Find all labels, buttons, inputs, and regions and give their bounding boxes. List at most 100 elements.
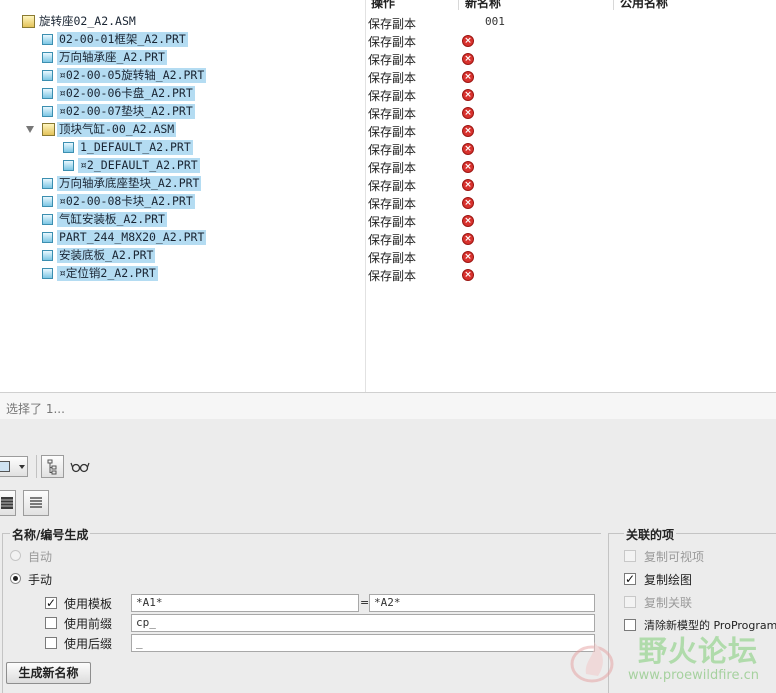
glasses-button[interactable] — [69, 458, 91, 476]
auto-radio[interactable] — [10, 550, 21, 561]
tree-view-button[interactable] — [41, 455, 64, 478]
part-icon — [42, 250, 53, 261]
error-x-icon: × — [462, 251, 474, 263]
part-icon — [42, 106, 53, 117]
model-name[interactable]: 气缸安装板_A2.PRT — [57, 212, 167, 227]
site-watermark: 野火论坛 www.proewildfire.cn — [566, 628, 776, 693]
template-from-field[interactable]: *A1* — [131, 594, 359, 612]
tree-row[interactable]: 顶块气缸-00_A2.ASM 保存副本 × — [0, 121, 776, 139]
operation-cell[interactable]: 保存副本 — [368, 33, 416, 50]
operation-cell[interactable]: 保存副本 — [368, 123, 416, 140]
tree-row[interactable]: PART_244_M8X20_A2.PRT 保存副本 × — [0, 229, 776, 247]
operation-cell[interactable]: 保存副本 — [368, 105, 416, 122]
related-group-title: 关联的项 — [624, 526, 677, 543]
manual-radio-label: 手动 — [28, 573, 53, 587]
tree-row[interactable]: ¤2_DEFAULT_A2.PRT 保存副本 × — [0, 157, 776, 175]
naming-group-title: 名称/编号生成 — [10, 526, 91, 543]
operation-cell[interactable]: 保存副本 — [368, 267, 416, 284]
suffix-field[interactable]: _ — [131, 634, 595, 652]
detail-view-button[interactable] — [23, 490, 49, 516]
part-icon — [42, 70, 53, 81]
column-header-new-name[interactable]: 新名称 — [459, 0, 614, 10]
toolbar-separator — [36, 455, 37, 478]
error-x-icon: × — [462, 179, 474, 191]
copy-relations-checkbox[interactable] — [624, 596, 636, 608]
operation-cell[interactable]: 保存副本 — [368, 213, 416, 230]
column-header-common-name[interactable]: 公用名称 — [614, 0, 776, 10]
model-name[interactable]: ¤定位销2_A2.PRT — [57, 266, 158, 281]
model-name[interactable]: 1_DEFAULT_A2.PRT — [78, 140, 193, 155]
operation-cell[interactable]: 保存副本 — [368, 69, 416, 86]
error-x-icon: × — [462, 107, 474, 119]
tree-row[interactable]: 万向轴承底座垫块_A2.PRT 保存副本 × — [0, 175, 776, 193]
tree-row[interactable]: 安装底板_A2.PRT 保存副本 × — [0, 247, 776, 265]
operation-cell[interactable]: 保存副本 — [368, 87, 416, 104]
tree-row[interactable]: ¤02-00-08卡块_A2.PRT 保存副本 × — [0, 193, 776, 211]
collapse-arrow-icon[interactable] — [26, 126, 34, 133]
operation-cell[interactable]: 保存副本 — [368, 231, 416, 248]
model-name[interactable]: ¤02-00-06卡盘_A2.PRT — [57, 86, 195, 101]
model-name[interactable]: 顶块气缸-00_A2.ASM — [57, 122, 177, 137]
use-suffix-label: 使用后缀 — [64, 637, 113, 651]
error-x-icon: × — [462, 143, 474, 155]
template-to-field[interactable]: *A2* — [369, 594, 595, 612]
layout-dropdown[interactable] — [0, 456, 28, 477]
use-prefix-checkbox[interactable] — [45, 617, 57, 629]
assembly-icon — [42, 123, 55, 136]
tree-row[interactable]: 气缸安装板_A2.PRT 保存副本 × — [0, 211, 776, 229]
tree-row[interactable]: 旋转座02_A2.ASM 保存副本 001 — [0, 13, 776, 31]
model-name[interactable]: 万向轴承底座垫块_A2.PRT — [57, 176, 202, 191]
model-name[interactable]: 02-00-01框架_A2.PRT — [57, 32, 188, 47]
new-name-cell[interactable]: 001 — [485, 15, 505, 28]
use-template-checkbox[interactable]: ✓ — [45, 597, 57, 609]
copy-drawing-checkbox[interactable]: ✓ — [624, 573, 636, 585]
copy-views-label: 复制可视项 — [644, 550, 705, 564]
prefix-field[interactable]: cp_ — [131, 614, 595, 632]
operation-cell[interactable]: 保存副本 — [368, 177, 416, 194]
part-icon — [63, 160, 74, 171]
generate-names-button[interactable]: 生成新名称 — [6, 662, 91, 684]
model-name[interactable]: 万向轴承座_A2.PRT — [57, 50, 167, 65]
glasses-icon — [70, 462, 90, 473]
tree-row[interactable]: ¤02-00-05旋转轴_A2.PRT 保存副本 × — [0, 67, 776, 85]
tree-row[interactable]: 02-00-01框架_A2.PRT 保存副本 × — [0, 31, 776, 49]
tree-row[interactable]: 万向轴承座_A2.PRT 保存副本 × — [0, 49, 776, 67]
model-name[interactable]: ¤02-00-05旋转轴_A2.PRT — [57, 68, 207, 83]
tree-row[interactable]: 1_DEFAULT_A2.PRT 保存副本 × — [0, 139, 776, 157]
tree-view-icon — [47, 459, 57, 475]
copy-drawing-label: 复制绘图 — [644, 573, 693, 587]
operation-cell[interactable]: 保存副本 — [368, 195, 416, 212]
list-view-button[interactable] — [0, 490, 16, 516]
part-icon — [42, 34, 53, 45]
tree-row[interactable]: ¤02-00-06卡盘_A2.PRT 保存副本 × — [0, 85, 776, 103]
use-prefix-label: 使用前缀 — [64, 617, 113, 631]
checkmark-icon: ✓ — [46, 596, 57, 610]
model-name[interactable]: ¤2_DEFAULT_A2.PRT — [78, 158, 200, 173]
column-header-operation[interactable]: 操作 — [365, 0, 459, 10]
error-x-icon: × — [462, 233, 474, 245]
part-icon — [42, 196, 53, 207]
watermark-url: www.proewildfire.cn — [628, 668, 759, 683]
operation-cell[interactable]: 保存副本 — [368, 249, 416, 266]
operation-cell[interactable]: 保存副本 — [368, 159, 416, 176]
tree-row[interactable]: ¤定位销2_A2.PRT 保存副本 × — [0, 265, 776, 283]
manual-radio[interactable] — [10, 573, 21, 584]
watermark-text: 野火论坛 — [638, 634, 759, 668]
operation-cell[interactable]: 保存副本 — [368, 15, 416, 32]
model-name[interactable]: 安装底板_A2.PRT — [57, 248, 156, 263]
operation-cell[interactable]: 保存副本 — [368, 51, 416, 68]
model-name[interactable]: PART_244_M8X20_A2.PRT — [57, 230, 207, 245]
operation-cell[interactable]: 保存副本 — [368, 141, 416, 158]
use-template-label: 使用模板 — [64, 597, 113, 611]
tree-row[interactable]: ¤02-00-07垫块_A2.PRT 保存副本 × — [0, 103, 776, 121]
model-name[interactable]: 旋转座02_A2.ASM — [37, 14, 138, 29]
use-suffix-checkbox[interactable] — [45, 637, 57, 649]
part-icon — [42, 178, 53, 189]
error-x-icon: × — [462, 197, 474, 209]
error-x-icon: × — [462, 125, 474, 137]
model-name[interactable]: ¤02-00-07垫块_A2.PRT — [57, 104, 195, 119]
model-name[interactable]: ¤02-00-08卡块_A2.PRT — [57, 194, 195, 209]
copy-views-checkbox[interactable] — [624, 550, 636, 562]
component-tree-table: 操作 新名称 公用名称 旋转座02_A2.ASM 保存副本 001 02-00-01框… — [0, 0, 776, 419]
error-x-icon: × — [462, 89, 474, 101]
